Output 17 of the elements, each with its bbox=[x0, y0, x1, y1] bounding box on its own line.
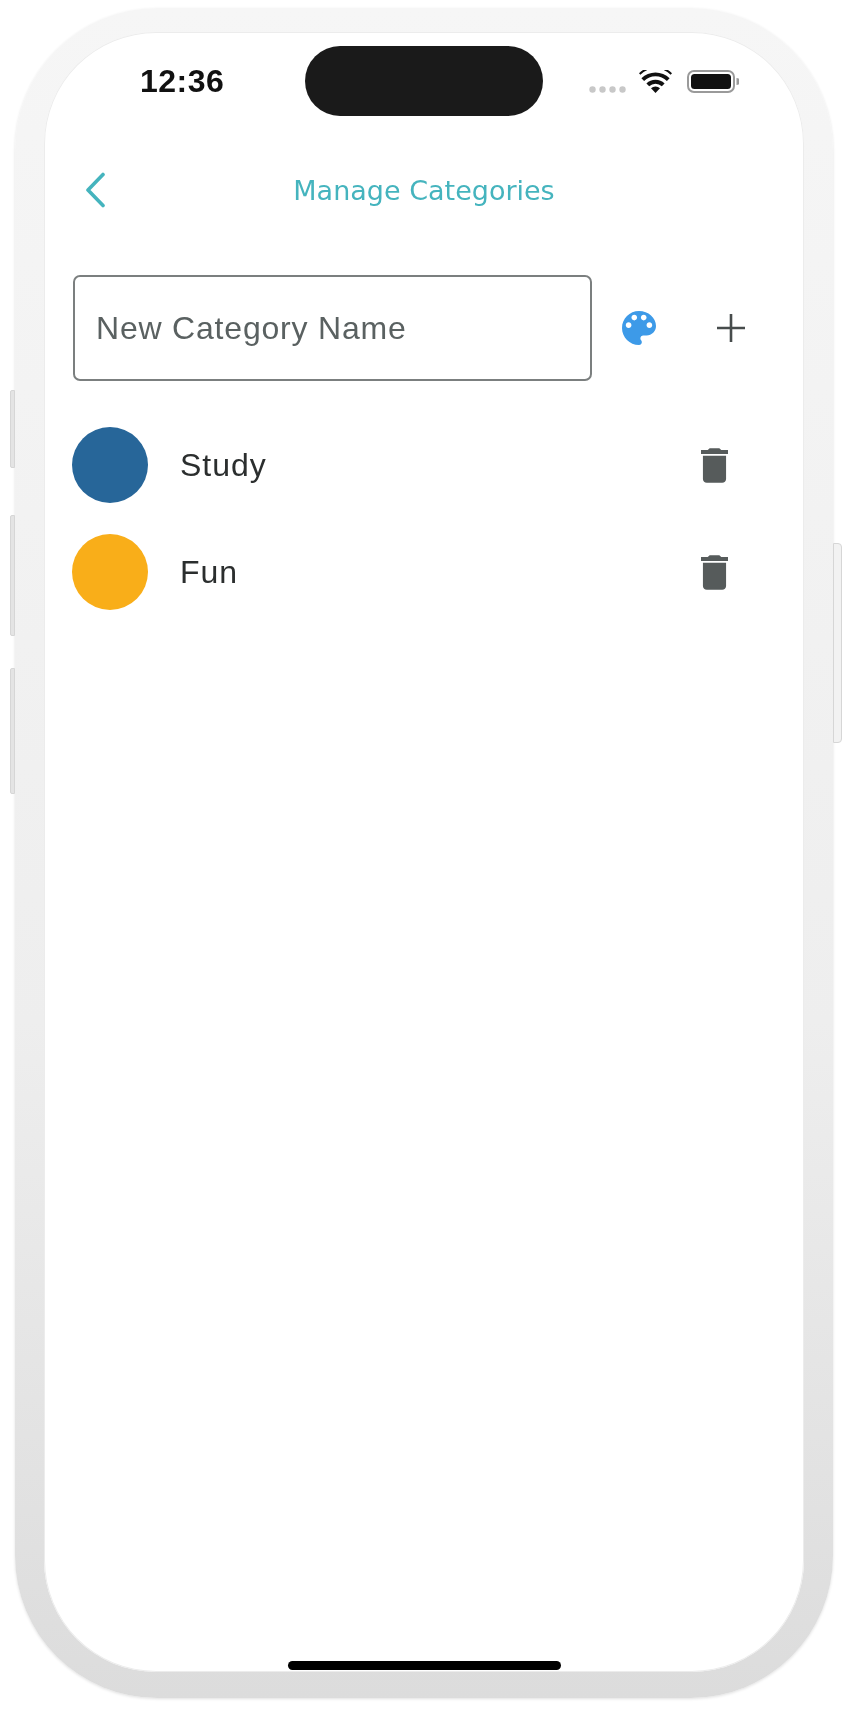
color-picker-button[interactable] bbox=[622, 311, 656, 345]
add-button[interactable] bbox=[717, 314, 745, 342]
palette-icon bbox=[622, 311, 656, 345]
trash-icon bbox=[701, 554, 728, 590]
category-name-field[interactable]: New Category Name bbox=[73, 275, 592, 381]
clock-time: 12:36 bbox=[140, 62, 225, 100]
category-name: Fun bbox=[180, 553, 240, 591]
battery-icon bbox=[687, 69, 739, 93]
delete-button[interactable] bbox=[701, 447, 728, 483]
trash-icon bbox=[701, 447, 728, 483]
screen-title: Manage Categories bbox=[293, 174, 555, 206]
category-name: Study bbox=[180, 446, 268, 484]
wifi-icon bbox=[639, 69, 672, 93]
chevron-left-icon bbox=[84, 172, 106, 208]
signal-icon bbox=[589, 85, 626, 93]
plus-icon bbox=[717, 314, 745, 342]
delete-button[interactable] bbox=[701, 554, 728, 590]
